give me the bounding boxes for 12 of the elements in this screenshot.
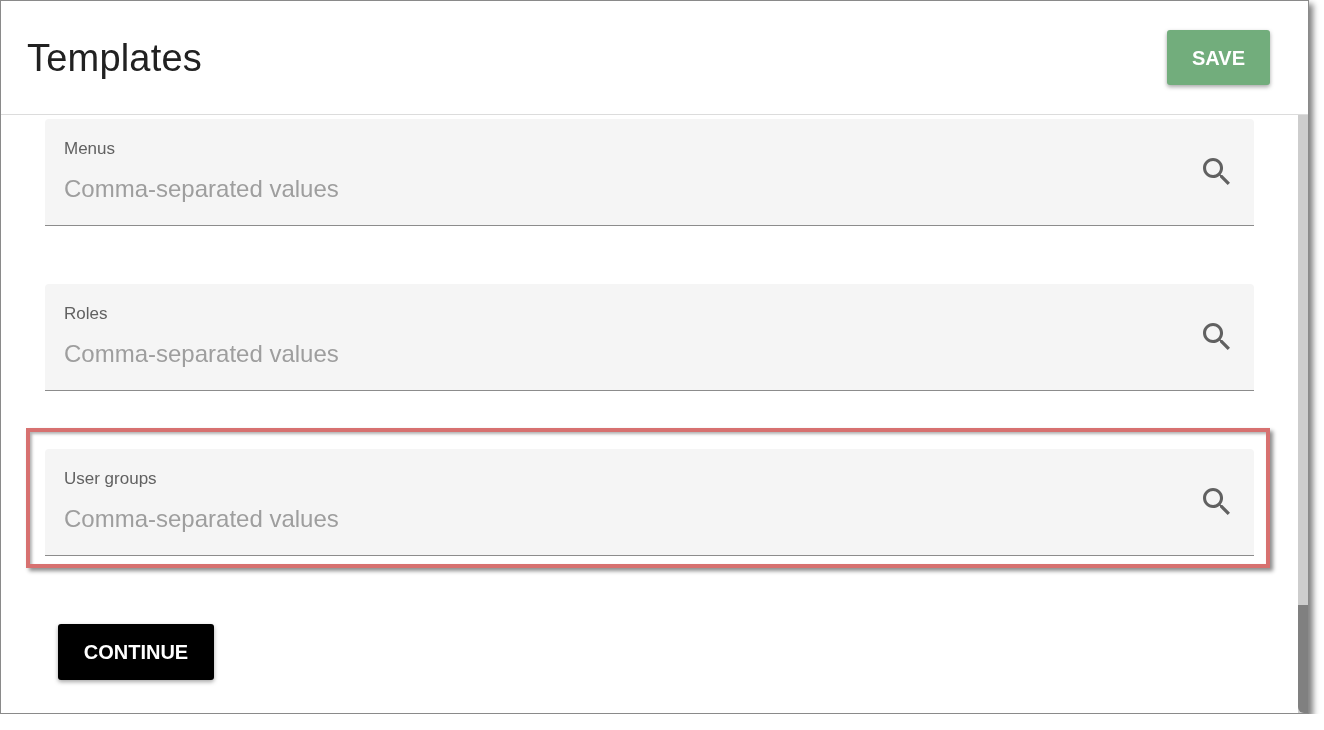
input-field[interactable]: Comma-separated values: [64, 175, 1203, 203]
input-field[interactable]: Comma-separated values: [64, 340, 1203, 368]
dialog-title: Templates: [27, 35, 202, 80]
field-label: Menus: [64, 139, 116, 159]
search-icon[interactable]: [1203, 157, 1230, 185]
search-icon[interactable]: [1203, 487, 1230, 515]
input-field[interactable]: Comma-separated values: [64, 505, 1203, 533]
continue-button[interactable]: CONTINUE: [58, 624, 214, 680]
scrollbar[interactable]: [1298, 115, 1308, 713]
field-label: User groups: [64, 469, 157, 489]
field-label: Roles: [64, 304, 108, 324]
search-icon[interactable]: [1203, 322, 1230, 350]
